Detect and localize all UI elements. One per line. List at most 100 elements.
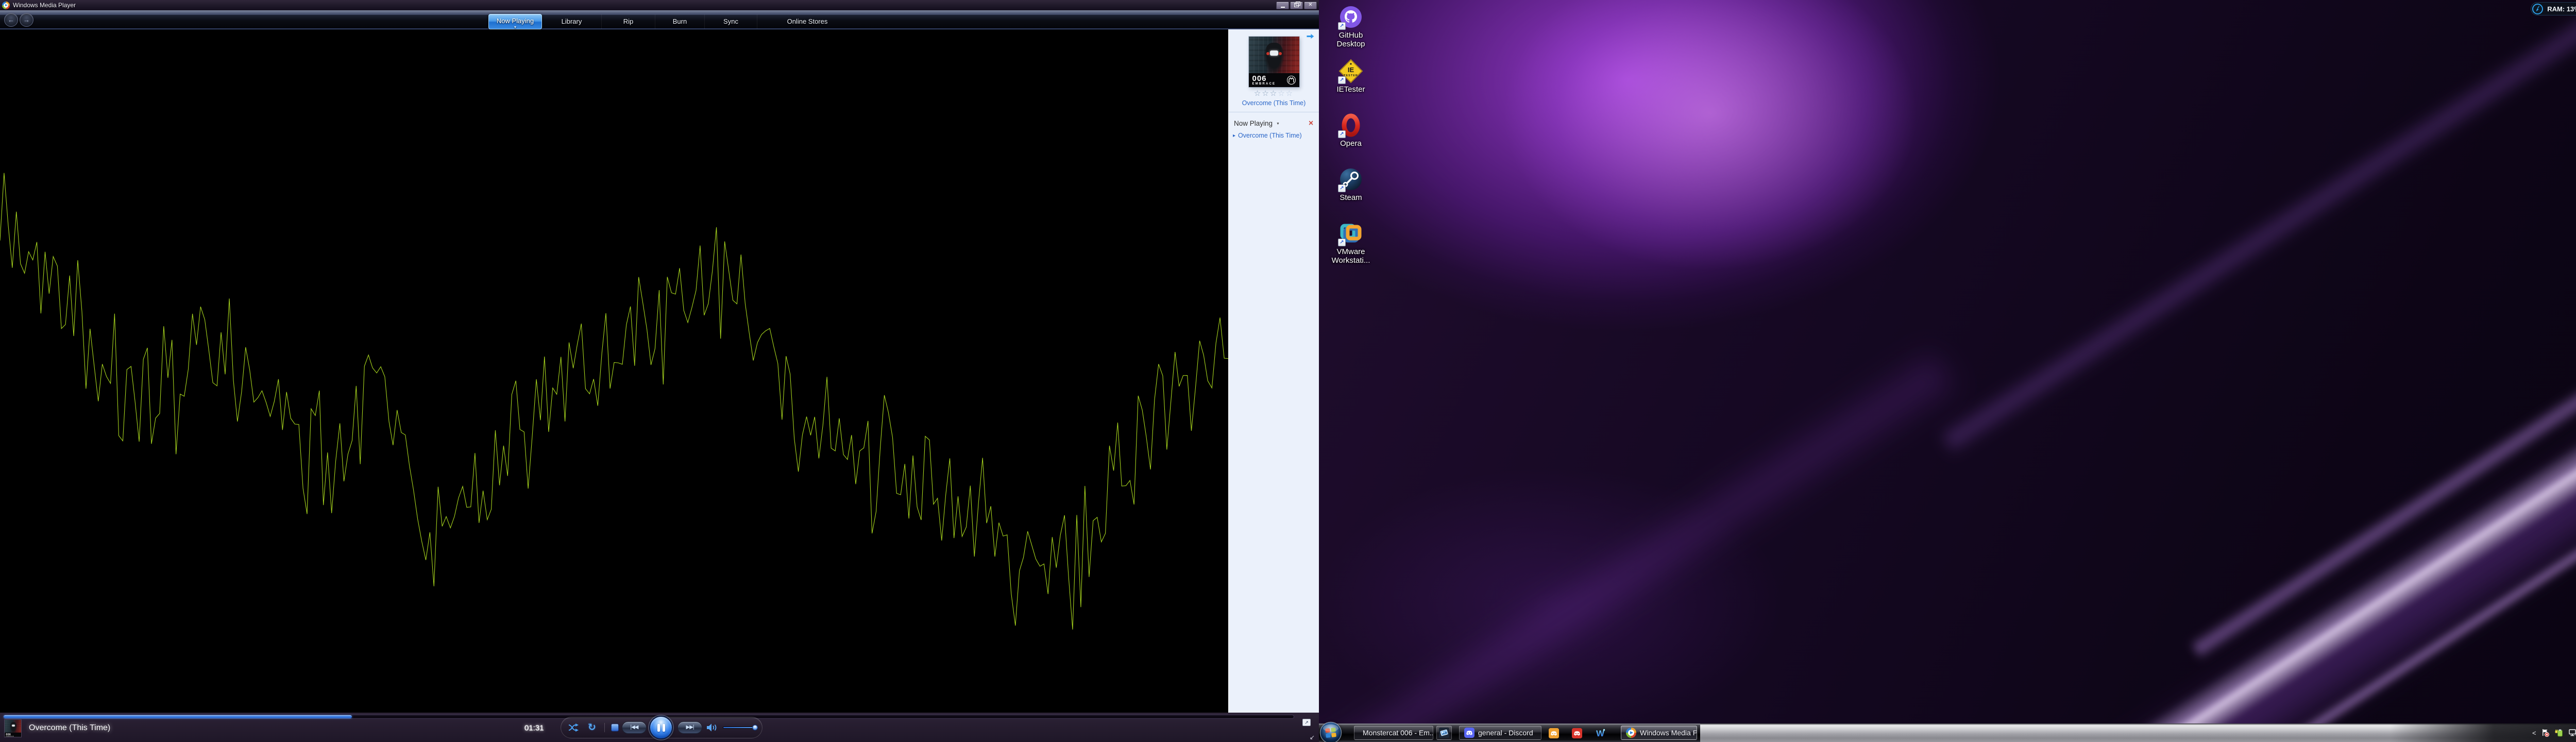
tab-label: Library (562, 18, 582, 25)
star-icon[interactable]: ☆ (1254, 89, 1262, 98)
star-icon[interactable]: ☆ (1262, 89, 1269, 98)
album-number: 006 (1252, 75, 1287, 82)
playlist-header[interactable]: Now Playing▼ (1234, 120, 1280, 127)
taskbar-button-app[interactable] (1436, 726, 1452, 740)
now-playing-thumbnail: 006 EMBRACE (4, 719, 22, 737)
tab-label: Sync (723, 18, 738, 25)
desktop-icon-column: ↗ GitHub Desktop IETESTER↗ IETester ↗ Op… (1324, 3, 1378, 274)
desktop-icon-label: VMware Workstati... (1324, 248, 1378, 265)
minimize-button[interactable] (1276, 2, 1289, 9)
taskbar-icon-discord-red[interactable] (1570, 727, 1584, 740)
cleaner-broom-icon[interactable] (2532, 4, 2543, 14)
tab-strip: Now Playing▼ Library Rip Burn Sync Onlin… (488, 14, 857, 29)
mute-button[interactable] (706, 723, 719, 733)
w-app-icon: W (1594, 728, 1606, 739)
windows-orb-icon (1319, 721, 1342, 742)
shortcut-arrow-icon: ↗ (1338, 22, 1346, 30)
tab-online-stores[interactable]: Online Stores (757, 14, 857, 29)
album-art: 006 EMBRACE (1249, 37, 1299, 87)
tab-burn[interactable]: Burn (655, 14, 705, 29)
ram-usage: RAM: 13% (2547, 5, 2576, 13)
system-tray: < 19:09:24 (2532, 723, 2576, 742)
taskbar-button-discord[interactable]: general - Discord (1459, 726, 1541, 740)
elapsed-time: 01:31 (524, 724, 544, 733)
action-center-flag-icon[interactable] (2541, 729, 2549, 737)
pause-icon (663, 724, 665, 732)
star-icon[interactable]: ☆ (1270, 89, 1278, 98)
discord-icon (1464, 728, 1475, 738)
taskbar-button-wmp[interactable]: Windows Media Player (1621, 726, 1697, 740)
tray-expand-button[interactable]: < (2532, 729, 2536, 737)
playlist-item-label: Overcome (This Time) (1238, 132, 1302, 139)
album-name: EMBRACE (1252, 82, 1287, 86)
minimize-icon (1281, 7, 1285, 8)
forward-button[interactable]: → (20, 13, 33, 27)
rating-stars[interactable]: ☆☆☆☆☆ (1229, 90, 1319, 98)
tab-rip[interactable]: Rip (602, 14, 655, 29)
desktop-icon-label: GitHub Desktop (1324, 31, 1378, 49)
shortcut-arrow-icon: ↗ (1338, 130, 1346, 138)
clear-list-button[interactable]: ✕ (1308, 119, 1314, 127)
wmp-titlebar[interactable]: Windows Media Player ✕ (0, 0, 1319, 10)
album-cover-figure (10, 722, 16, 733)
compact-mode-button[interactable]: ↗ (1302, 719, 1311, 726)
taskbar-button-monstercat-folder[interactable]: Monstercat 006 - Em... (1354, 726, 1433, 740)
desktop-icon-github-desktop[interactable]: ↗ GitHub Desktop (1324, 4, 1378, 57)
wmp-window: Windows Media Player ✕ ← → Now Playing▼ … (0, 0, 1319, 742)
resize-grip[interactable]: ↙ (1310, 734, 1315, 741)
shortcut-arrow-icon: ↗ (1338, 184, 1346, 192)
repeat-button[interactable]: ↻ (588, 722, 596, 734)
svg-text:TESTER: TESTER (1344, 74, 1358, 77)
playlist-header-row: Now Playing▼ ✕ (1229, 117, 1319, 129)
tab-label: Online Stores (787, 18, 828, 25)
restore-button[interactable] (1290, 2, 1303, 9)
wmp-content: 006 EMBRACE ☆☆☆☆☆ Overcome (This Time) N… (0, 29, 1319, 713)
power-battery-icon[interactable] (2554, 729, 2564, 737)
tab-label: Now Playing (497, 17, 534, 25)
shuffle-button[interactable] (568, 723, 580, 732)
start-button[interactable] (1319, 721, 1342, 742)
shortcut-arrow-icon: ↗ (1338, 76, 1346, 84)
album-cover-figure (1264, 43, 1284, 74)
back-button[interactable]: ← (4, 13, 18, 27)
controls-separator (604, 723, 605, 732)
goto-arrow-icon[interactable] (1306, 33, 1315, 40)
desktop-icon-label: Steam (1324, 194, 1378, 203)
photo-app-icon (1439, 728, 1449, 738)
star-icon[interactable]: ☆ (1278, 89, 1285, 98)
volume-slider[interactable] (723, 727, 756, 729)
star-icon[interactable]: ☆ (1286, 89, 1294, 98)
wallpaper-beam (2114, 0, 2576, 742)
stop-button[interactable] (611, 724, 619, 732)
next-button[interactable]: ▶▶| (677, 721, 702, 734)
close-button[interactable]: ✕ (1304, 2, 1317, 9)
pause-button[interactable] (649, 716, 673, 739)
volume-knob[interactable] (752, 725, 758, 731)
back-arrow-icon: ← (8, 16, 14, 24)
network-icon[interactable] (2569, 729, 2576, 736)
now-playing-marker-icon: ▸ (1233, 133, 1235, 139)
tab-now-playing[interactable]: Now Playing▼ (488, 14, 542, 29)
wmp-toolbar: ← → Now Playing▼ Library Rip Burn Sync O… (0, 10, 1319, 29)
desktop-icon-steam[interactable]: ↗ Steam (1324, 166, 1378, 220)
album-cover: 006 EMBRACE (1249, 37, 1299, 87)
playback-controls: ↻ |◀◀ ▶▶| (561, 717, 762, 738)
desktop-icon-opera[interactable]: ↗ Opera (1324, 112, 1378, 165)
previous-button[interactable]: |◀◀ (622, 721, 647, 734)
taskbar-button-label: Monstercat 006 - Em... (1363, 729, 1433, 737)
desktop-icon-vmware-workstation[interactable]: ↗ VMware Workstati... (1324, 221, 1378, 274)
tab-sync[interactable]: Sync (705, 14, 757, 29)
monitor-right: ↗ GitHub Desktop IETESTER↗ IETester ↗ Op… (1319, 0, 2576, 742)
desktop-icon-ietester[interactable]: IETESTER↗ IETester (1324, 58, 1378, 111)
playlist-item[interactable]: ▸ Overcome (This Time) (1229, 132, 1319, 139)
desktop-icon-label: Opera (1324, 140, 1378, 148)
tab-library[interactable]: Library (542, 14, 602, 29)
track-link[interactable]: Overcome (This Time) (1229, 99, 1319, 107)
system-monitor-overlay: RAM: 13% CPU: 7% + (2531, 2, 2576, 15)
taskbar-icon-discord-orange[interactable] (1547, 727, 1561, 740)
tab-label: Rip (623, 18, 634, 25)
taskbar-icon-w-app[interactable]: W (1594, 727, 1607, 740)
scope-waveform (0, 29, 1228, 713)
forward-arrow-icon: → (23, 16, 30, 24)
tab-label: Burn (673, 18, 687, 25)
